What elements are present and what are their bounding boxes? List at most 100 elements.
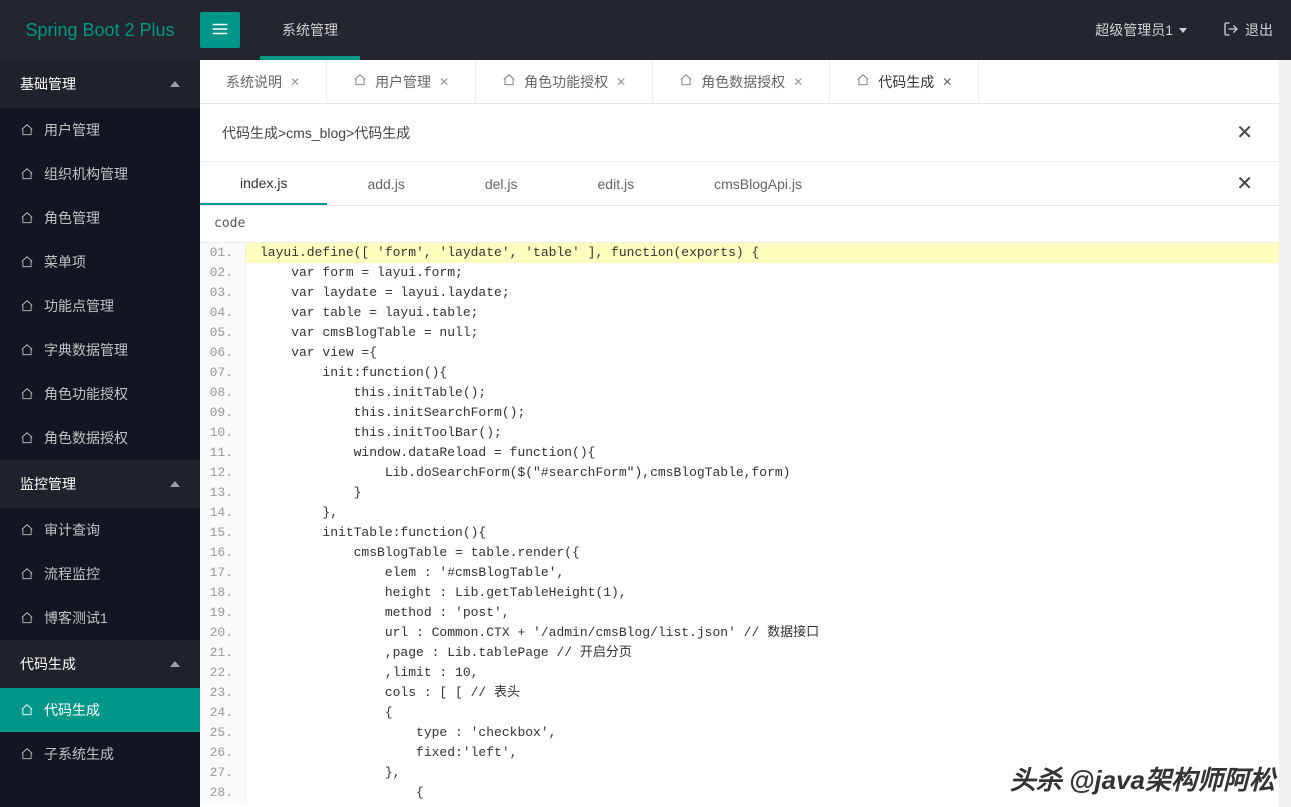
line-content: cmsBlogTable = table.render({ (246, 543, 580, 563)
sidebar-item-label: 代码生成 (44, 700, 100, 720)
code-line: 01.layui.define([ 'form', 'laydate', 'ta… (200, 243, 1279, 263)
line-number: 05. (200, 323, 246, 343)
sidebar-group-head[interactable]: 代码生成 (0, 640, 200, 688)
code-line: 08. this.initTable(); (200, 383, 1279, 403)
file-tab-label: add.js (367, 176, 404, 192)
line-number: 20. (200, 623, 246, 643)
sidebar-item-org[interactable]: 组织机构管理 (0, 152, 200, 196)
line-content: height : Lib.getTableHeight(1), (246, 583, 627, 603)
line-number: 02. (200, 263, 246, 283)
topnav-item-label: 系统管理 (282, 20, 338, 40)
line-number: 13. (200, 483, 246, 503)
sidebar-item-label: 用户管理 (44, 120, 100, 140)
close-icon[interactable]: ✕ (616, 75, 626, 89)
file-tab[interactable]: add.js (327, 162, 444, 205)
chevron-up-icon (170, 81, 180, 87)
close-icon[interactable]: ✕ (290, 75, 300, 89)
line-number: 17. (200, 563, 246, 583)
file-tab-label: del.js (485, 176, 518, 192)
breadcrumb-close-button[interactable]: ✕ (1232, 120, 1257, 145)
line-content: fixed:'left', (246, 743, 517, 763)
sidebar-item-functions[interactable]: 功能点管理 (0, 284, 200, 328)
sidebar-group-head[interactable]: 监控管理 (0, 460, 200, 508)
home-icon (20, 343, 34, 357)
code-line: 26. fixed:'left', (200, 743, 1279, 763)
close-icon[interactable]: ✕ (942, 75, 952, 89)
spacer (842, 162, 1210, 205)
code-line: 19. method : 'post', (200, 603, 1279, 623)
file-tab[interactable]: cmsBlogApi.js (674, 162, 842, 205)
sidebar-item-flow[interactable]: 流程监控 (0, 552, 200, 596)
line-number: 27. (200, 763, 246, 783)
sidebar-item-users[interactable]: 用户管理 (0, 108, 200, 152)
line-number: 26. (200, 743, 246, 763)
page-tab-label: 用户管理 (375, 72, 431, 92)
line-number: 07. (200, 363, 246, 383)
sidebar-item-label: 子系统生成 (44, 744, 114, 764)
sidebar-item-dict[interactable]: 字典数据管理 (0, 328, 200, 372)
page-tab-label: 角色数据授权 (701, 72, 785, 92)
sidebar-item-menus[interactable]: 菜单项 (0, 240, 200, 284)
topnav-item-system[interactable]: 系统管理 (260, 0, 360, 60)
line-content: ,page : Lib.tablePage // 开启分页 (246, 643, 632, 663)
code-line: 12. Lib.doSearchForm($("#searchForm"),cm… (200, 463, 1279, 483)
close-icon[interactable]: ✕ (439, 75, 449, 89)
page-tab[interactable]: 系统说明 ✕ (200, 60, 327, 103)
sidebar-toggle-button[interactable] (200, 12, 240, 48)
file-tab-label: edit.js (598, 176, 635, 192)
line-content: url : Common.CTX + '/admin/cmsBlog/list.… (246, 623, 819, 643)
logout-button[interactable]: 退出 (1205, 0, 1291, 60)
sidebar-group-title: 基础管理 (20, 74, 76, 94)
page-tab-label: 系统说明 (226, 72, 282, 92)
user-menu[interactable]: 超级管理员1 (1077, 0, 1205, 60)
sidebar-item-blogtest[interactable]: 博客测试1 (0, 596, 200, 640)
line-number: 06. (200, 343, 246, 363)
line-content: this.initToolBar(); (246, 423, 502, 443)
scrollbar[interactable] (1279, 60, 1291, 807)
chevron-up-icon (170, 661, 180, 667)
filetabs-close-button[interactable]: ✕ (1210, 162, 1279, 205)
sidebar-item-label: 组织机构管理 (44, 164, 128, 184)
line-content: Lib.doSearchForm($("#searchForm"),cmsBlo… (246, 463, 791, 483)
page-tab[interactable]: 代码生成 ✕ (830, 60, 979, 103)
sidebar-item-role-func[interactable]: 角色功能授权 (0, 372, 200, 416)
sidebar-item-role-data[interactable]: 角色数据授权 (0, 416, 200, 460)
file-tab[interactable]: del.js (445, 162, 558, 205)
file-tab[interactable]: edit.js (558, 162, 675, 205)
line-content: initTable:function(){ (246, 523, 486, 543)
line-number: 04. (200, 303, 246, 323)
app-logo: Spring Boot 2 Plus (0, 20, 200, 41)
page-tab[interactable]: 角色数据授权 ✕ (653, 60, 830, 103)
sidebar-group-head[interactable]: 基础管理 (0, 60, 200, 108)
file-tab-label: index.js (240, 175, 287, 191)
home-icon (502, 73, 516, 90)
sidebar-item-label: 流程监控 (44, 564, 100, 584)
header-right: 超级管理员1 退出 (1077, 0, 1291, 60)
line-content: }, (246, 763, 400, 783)
sidebar-item-label: 角色数据授权 (44, 428, 128, 448)
page-tab[interactable]: 用户管理 ✕ (327, 60, 476, 103)
line-content: type : 'checkbox', (246, 723, 556, 743)
code-line: 21. ,page : Lib.tablePage // 开启分页 (200, 643, 1279, 663)
sidebar-item-subsys[interactable]: 子系统生成 (0, 732, 200, 776)
menu-icon (211, 20, 229, 41)
file-tab[interactable]: index.js (200, 162, 327, 205)
close-icon[interactable]: ✕ (793, 75, 803, 89)
breadcrumb: 代码生成>cms_blog>代码生成 (222, 123, 410, 143)
page-tab-label: 代码生成 (878, 72, 934, 92)
home-icon (20, 123, 34, 137)
line-number: 22. (200, 663, 246, 683)
page-tab[interactable]: 角色功能授权✕ (476, 60, 653, 103)
code-line: 20. url : Common.CTX + '/admin/cmsBlog/l… (200, 623, 1279, 643)
logout-icon (1223, 21, 1239, 40)
sidebar-item-roles[interactable]: 角色管理 (0, 196, 200, 240)
line-content: init:function(){ (246, 363, 447, 383)
code-line: 22. ,limit : 10, (200, 663, 1279, 683)
code-line: 06. var view ={ (200, 343, 1279, 363)
home-icon (20, 299, 34, 313)
sidebar-item-codegen[interactable]: 代码生成 (0, 688, 200, 732)
sidebar-item-audit[interactable]: 审计查询 (0, 508, 200, 552)
line-content: window.dataReload = function(){ (246, 443, 595, 463)
home-icon (20, 431, 34, 445)
code-line: 09. this.initSearchForm(); (200, 403, 1279, 423)
